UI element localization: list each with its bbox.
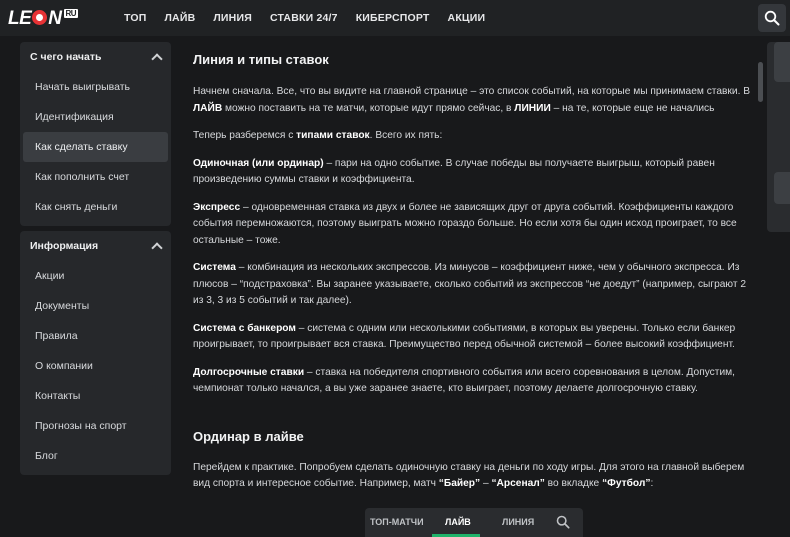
sidebar-group-title: Информация: [30, 240, 99, 252]
term-single: Одиночная (или ординар): [193, 157, 324, 169]
text-run: во вкладке: [544, 478, 603, 489]
sidebar-item-contacts[interactable]: Контакты: [23, 381, 168, 411]
text-run: Начнем сначала. Все, что вы видите на гл…: [193, 86, 751, 97]
help-sidebar: С чего начать Начать выигрывать Идентифи…: [20, 42, 171, 480]
sidebar-group-header[interactable]: С чего начать: [20, 42, 171, 72]
section-heading-bet-types: Линия и типы ставок: [193, 52, 329, 67]
text-run: :: [650, 478, 654, 489]
bold-football: “Футбол”: [602, 478, 651, 489]
bold-live: ЛАЙВ: [193, 102, 223, 114]
leon-logo[interactable]: LE N RU: [8, 8, 79, 30]
sidebar-group-getting-started: С чего начать Начать выигрывать Идентифи…: [20, 42, 171, 226]
sidebar-item-identification[interactable]: Идентификация: [23, 102, 168, 132]
article-content: Линия и типы ставок Начнем сначала. Все,…: [193, 40, 755, 493]
search-button[interactable]: [758, 4, 786, 32]
sidebar-item-withdraw[interactable]: Как снять деньги: [23, 192, 168, 222]
text-run: можно поставить на те матчи, которые иду…: [222, 102, 515, 114]
bold-bet-types: типами ставок: [296, 130, 370, 141]
chevron-up-icon[interactable]: [151, 53, 163, 65]
term-banker-system: Система с банкером: [193, 322, 296, 334]
paragraph-long-term: Долгосрочные ставки – ставка на победите…: [193, 365, 755, 398]
paragraph-express-bet: Экспресс – одновременная ставка из двух …: [193, 200, 755, 250]
top-bar: LE N RU ТОП ЛАЙВ ЛИНИЯ СТАВКИ 24/7 КИБЕР…: [0, 0, 790, 36]
text-run: – комбинация из нескольких экспрессов. И…: [193, 262, 746, 306]
section-heading-live-single: Ординар в лайве: [193, 428, 304, 444]
nav-promotions[interactable]: АКЦИИ: [448, 12, 486, 24]
sidebar-item-deposit[interactable]: Как пополнить счет: [23, 162, 168, 192]
paragraph-banker-system: Система с банкером – система с одним или…: [193, 321, 755, 354]
preview-tab-line[interactable]: ЛИНИЯ: [502, 517, 534, 527]
term-system: Система: [193, 262, 236, 273]
text-run: –: [480, 478, 492, 489]
right-panel-block[interactable]: [774, 172, 790, 204]
sidebar-item-about[interactable]: О компании: [23, 351, 168, 381]
nav-top[interactable]: ТОП: [124, 12, 146, 24]
chevron-up-icon[interactable]: [151, 242, 163, 254]
preview-tab-live[interactable]: ЛАЙВ: [445, 517, 471, 527]
sidebar-item-documents[interactable]: Документы: [23, 291, 168, 321]
sidebar-group-title: С чего начать: [30, 51, 102, 63]
logo-text-le: LE: [8, 8, 32, 29]
page-scrollbar[interactable]: [757, 52, 765, 537]
search-icon[interactable]: [556, 515, 570, 529]
main-nav: ТОП ЛАЙВ ЛИНИЯ СТАВКИ 24/7 КИБЕРСПОРТ АК…: [124, 0, 503, 36]
sidebar-group-information: Информация Акции Документы Правила О ком…: [20, 231, 171, 475]
logo-ball-icon: [32, 10, 48, 25]
sidebar-item-blog[interactable]: Блог: [23, 441, 168, 471]
nav-bets-24-7[interactable]: СТАВКИ 24/7: [270, 12, 338, 24]
text-run: – одновременная ставка из двух и более н…: [193, 201, 737, 246]
sidebar-group-header[interactable]: Информация: [20, 231, 171, 261]
paragraph-types-intro: Теперь разберемся с типами ставок. Всего…: [193, 128, 755, 145]
sidebar-item-rules[interactable]: Правила: [23, 321, 168, 351]
bold-team-bayer: “Байер”: [438, 478, 481, 489]
logo-text-n: N: [48, 8, 62, 29]
term-long-term: Долгосрочные ставки: [193, 366, 305, 378]
text-run: – на те, которые еще не начались: [550, 102, 715, 114]
right-side-panel: [767, 42, 790, 232]
sidebar-item-predictions[interactable]: Прогнозы на спорт: [23, 411, 168, 441]
paragraph-intro: Начнем сначала. Все, что вы видите на гл…: [193, 84, 755, 117]
nav-live[interactable]: ЛАЙВ: [164, 12, 195, 24]
scrollbar-thumb[interactable]: [758, 62, 763, 102]
text-run: Теперь разберемся с: [193, 130, 297, 141]
right-panel-block[interactable]: [774, 42, 790, 82]
term-express: Экспресс: [193, 201, 241, 213]
sidebar-item-how-to-bet[interactable]: Как сделать ставку: [23, 132, 168, 162]
search-icon: [764, 10, 780, 26]
logo-ru-badge: RU: [63, 9, 79, 18]
paragraph-practice: Перейдем к практике. Попробуем сделать о…: [193, 460, 755, 493]
nav-line[interactable]: ЛИНИЯ: [213, 12, 252, 24]
bold-team-arsenal: “Арсенал”: [491, 478, 545, 489]
text-run: . Всего их пять:: [369, 130, 443, 141]
paragraph-single-bet: Одиночная (или ординар) – пари на одно с…: [193, 156, 755, 189]
app-preview-tabs: ТОП-МАТЧИ ЛАЙВ ЛИНИЯ: [365, 508, 583, 537]
nav-esports[interactable]: КИБЕРСПОРТ: [356, 12, 430, 24]
sidebar-item-promotions[interactable]: Акции: [23, 261, 168, 291]
preview-tab-top-matches[interactable]: ТОП-МАТЧИ: [370, 517, 424, 527]
bold-line: ЛИНИИ: [514, 102, 551, 114]
sidebar-item-start-winning[interactable]: Начать выигрывать: [23, 72, 168, 102]
paragraph-system-bet: Система – комбинация из нескольких экспр…: [193, 260, 755, 310]
